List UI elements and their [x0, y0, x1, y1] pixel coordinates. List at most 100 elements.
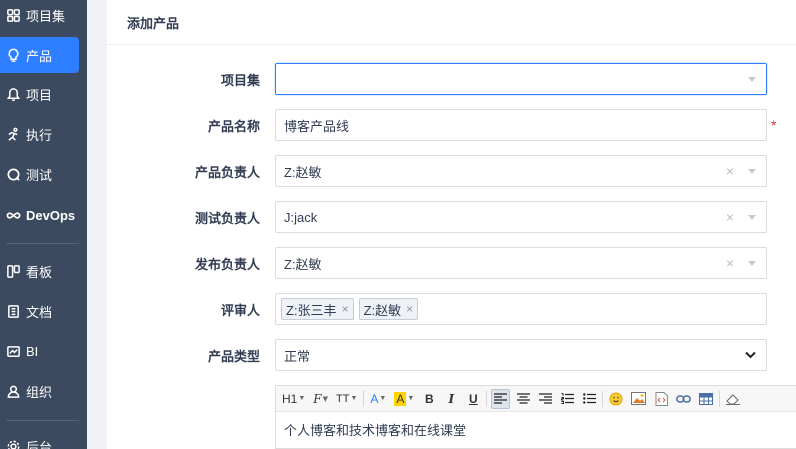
editor-toolbar: H1 ▼ F ▼ TT ▼ A ▼ A ▼ B I U: [276, 386, 796, 412]
bold-button[interactable]: B: [420, 389, 438, 409]
clear-icon[interactable]: ×: [726, 164, 734, 178]
sidebar-item-test[interactable]: 测试: [0, 156, 79, 192]
emoji-icon[interactable]: [607, 389, 625, 409]
reviewer-row: 评审人 Z:张三丰 × Z:赵敏 ×: [107, 293, 796, 325]
user-icon: [5, 383, 21, 399]
chart-icon: [5, 343, 21, 359]
po-label: 产品负责人: [194, 164, 260, 180]
main-card: 添加产品 项目集 产品名称 博客产品线 * 产品负责人 Z:赵敏 × 测试负责人…: [107, 0, 796, 449]
heading-button[interactable]: H1 ▼: [280, 389, 307, 409]
product-name-value: 博客产品线: [284, 118, 350, 134]
rd-select-value: Z:赵敏: [284, 256, 322, 272]
sidebar-item-kanban[interactable]: 看板: [0, 253, 79, 289]
reviewer-tag: Z:赵敏 ×: [358, 298, 419, 320]
chevron-down-icon: [748, 169, 756, 174]
program-label: 项目集: [220, 72, 260, 88]
reviewer-multiselect[interactable]: Z:张三丰 × Z:赵敏 ×: [275, 293, 767, 325]
sidebar-item-label: BI: [26, 343, 39, 359]
sidebar-item-product[interactable]: 产品: [0, 37, 79, 73]
description-editor: H1 ▼ F ▼ TT ▼ A ▼ A ▼ B I U 个人博客和技术博客和在线课堂: [275, 385, 796, 449]
dropdown-arrow-icon: ▼: [322, 394, 328, 403]
sidebar: 项目集 产品 项目 执行 测试 DevOps 看板 文档 BI 组织 后台: [0, 0, 87, 449]
lightbulb-icon: [5, 47, 21, 63]
qd-select[interactable]: J:jack ×: [275, 201, 767, 233]
sidebar-item-label: 组织: [26, 384, 53, 400]
rd-label: 发布负责人: [194, 256, 260, 272]
dropdown-arrow-icon: ▼: [298, 395, 306, 402]
code-icon[interactable]: [652, 389, 670, 409]
heading-button-label: H1: [282, 391, 298, 406]
product-name-input[interactable]: 博客产品线: [275, 109, 767, 141]
table-icon[interactable]: [697, 389, 715, 409]
dropdown-arrow-icon: ▼: [379, 395, 387, 402]
sidebar-item-label: 测试: [26, 167, 53, 183]
sidebar-item-bi[interactable]: BI: [0, 333, 79, 369]
program-select[interactable]: [275, 63, 767, 95]
qd-select-value: J:jack: [284, 209, 318, 225]
remove-tag-icon[interactable]: ×: [342, 302, 349, 316]
reviewer-tag-label: Z:赵敏: [363, 302, 402, 318]
grid-icon: [5, 7, 21, 23]
type-row: 产品类型 正常: [107, 339, 796, 371]
eraser-icon[interactable]: [724, 389, 742, 409]
sidebar-item-label: DevOps: [26, 207, 76, 223]
po-select[interactable]: Z:赵敏 ×: [275, 155, 767, 187]
chevron-down-icon: [748, 261, 756, 266]
image-icon[interactable]: [629, 389, 648, 409]
sidebar-divider: [6, 243, 79, 244]
font-family-button[interactable]: F ▼: [311, 389, 330, 409]
sidebar-item-devops[interactable]: DevOps: [0, 197, 79, 233]
reviewer-label: 评审人: [220, 302, 260, 318]
po-row: 产品负责人 Z:赵敏 ×: [107, 155, 796, 187]
po-select-value: Z:赵敏: [284, 164, 322, 180]
document-icon: [5, 303, 21, 319]
type-label: 产品类型: [207, 348, 260, 364]
align-center-icon[interactable]: [514, 389, 532, 409]
font-family-button-label: F: [313, 391, 322, 406]
run-icon: [5, 126, 21, 142]
sidebar-item-label: 项目: [26, 87, 53, 103]
sidebar-item-admin[interactable]: 后台: [0, 428, 79, 449]
clear-icon[interactable]: ×: [726, 256, 734, 270]
underline-button[interactable]: U: [464, 389, 482, 409]
font-size-button[interactable]: TT ▼: [334, 389, 359, 409]
ordered-list-icon[interactable]: [558, 389, 576, 409]
chevron-down-icon: [748, 77, 756, 82]
highlight-color-button[interactable]: A ▼: [392, 389, 416, 409]
font-color-button[interactable]: A ▼: [368, 389, 388, 409]
qd-row: 测试负责人 J:jack ×: [107, 201, 796, 233]
gear-icon: [5, 438, 21, 449]
link-icon[interactable]: [674, 389, 693, 409]
name-label: 产品名称: [207, 118, 260, 134]
align-left-icon[interactable]: [491, 388, 511, 409]
kanban-icon: [5, 263, 21, 279]
product-type-select[interactable]: 正常: [275, 339, 767, 371]
bug-icon: [5, 166, 21, 182]
sidebar-item-project[interactable]: 项目: [0, 76, 79, 112]
reviewer-tag-label: Z:张三丰: [286, 302, 337, 318]
rd-row: 发布负责人 Z:赵敏 ×: [107, 247, 796, 279]
sidebar-item-org[interactable]: 组织: [0, 373, 79, 409]
toolbar-separator: [486, 390, 488, 407]
align-right-icon[interactable]: [536, 389, 554, 409]
toolbar-separator: [719, 390, 721, 407]
remove-tag-icon[interactable]: ×: [406, 302, 413, 316]
italic-button[interactable]: I: [442, 389, 460, 409]
program-row: 项目集: [107, 63, 796, 95]
infinity-icon: [5, 207, 21, 223]
rd-select[interactable]: Z:赵敏 ×: [275, 247, 767, 279]
dropdown-arrow-icon: ▼: [350, 395, 358, 402]
bell-icon: [5, 86, 21, 102]
sidebar-item-doc[interactable]: 文档: [0, 293, 79, 329]
sidebar-item-label: 产品: [26, 48, 53, 64]
clear-icon[interactable]: ×: [726, 210, 734, 224]
sidebar-item-label: 看板: [26, 264, 53, 280]
sidebar-item-execution[interactable]: 执行: [0, 116, 79, 152]
editor-content[interactable]: 个人博客和技术博客和在线课堂: [276, 412, 796, 447]
font-color-button-label: A: [370, 391, 379, 406]
sidebar-item-program[interactable]: 项目集: [0, 0, 79, 33]
highlight-color-button-label: A: [394, 391, 407, 406]
font-size-button-label: TT: [336, 392, 350, 405]
unordered-list-icon[interactable]: [580, 389, 598, 409]
chevron-down-icon: [745, 351, 756, 359]
